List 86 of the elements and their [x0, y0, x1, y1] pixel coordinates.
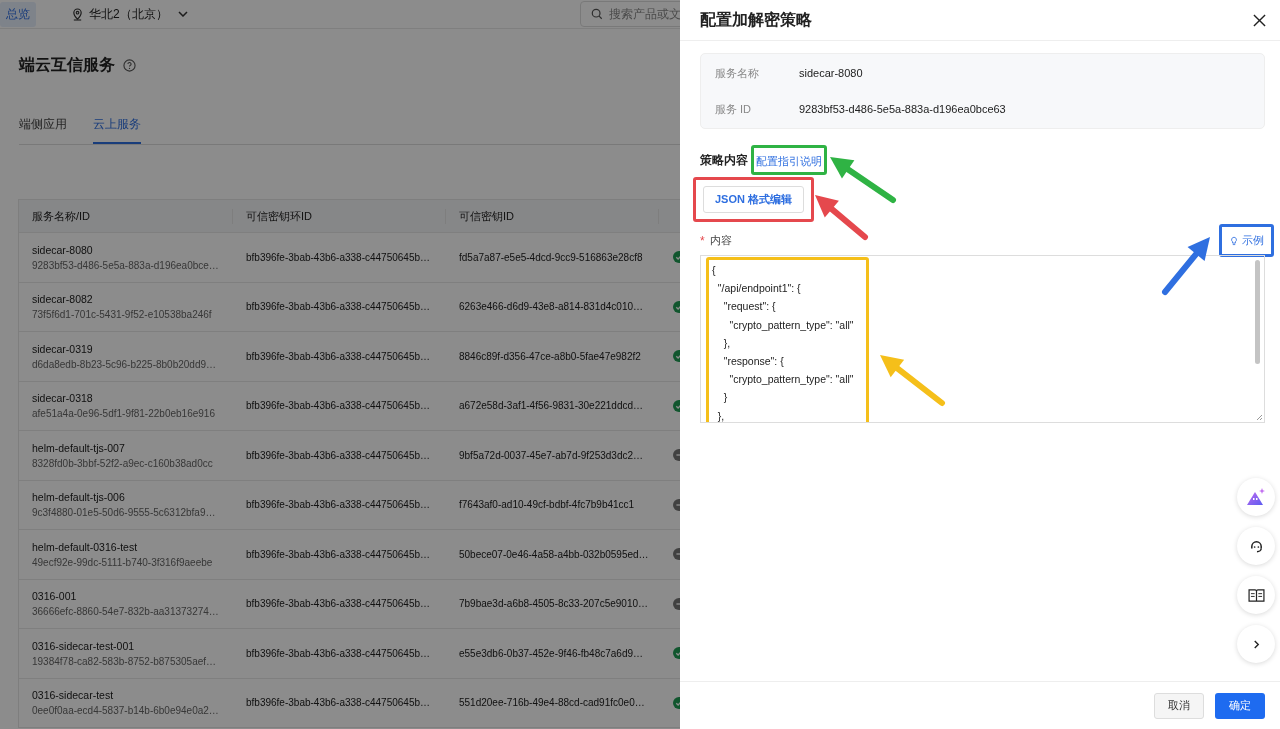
code-line: "request": {	[722, 299, 777, 315]
table-cell-text: 7b9bae3d-a6b8-4505-8c33-207c5e9010…	[459, 598, 650, 610]
field-value: 9283bf53-d486-5e5a-883a-d196ea0bce63	[799, 103, 1006, 115]
resize-grip-icon[interactable]	[1255, 413, 1263, 421]
code-line: "crypto_pattern_type": "all"	[728, 372, 855, 388]
chevron-right-icon	[1252, 639, 1260, 649]
code-line: }	[722, 390, 729, 406]
field-value: sidecar-8080	[799, 67, 863, 79]
code-line: "crypto_pattern_type": "all"	[728, 317, 855, 333]
service-name: helm-default-tjs-007	[32, 441, 126, 454]
table-cell-text: bfb396fe-3bab-43b6-a338-c44750645b…	[246, 449, 432, 461]
sparkle-mountain-icon	[1246, 488, 1266, 506]
service-id: 19384f78-ca82-583b-8752-b875305aef…	[32, 655, 218, 667]
confirm-button[interactable]: 确定	[1215, 692, 1265, 719]
cancel-button[interactable]: 取消	[1154, 692, 1204, 719]
code-line: },	[716, 408, 726, 422]
table-cell-text: bfb396fe-3bab-43b6-a338-c44750645b…	[246, 598, 432, 610]
support-button[interactable]	[1237, 527, 1275, 565]
table-cell-text: a672e58d-3af1-4f56-9831-30e221ddcd…	[459, 400, 645, 412]
table-cell-text: f7643af0-ad10-49cf-bdbf-4fc7b9b41cc1	[459, 499, 636, 511]
table-cell-text: 551d20ee-716b-49e4-88cd-cad91fc0e0…	[459, 697, 646, 709]
service-name: helm-default-0316-test	[32, 540, 139, 553]
table-cell-text: bfb396fe-3bab-43b6-a338-c44750645b…	[246, 350, 432, 362]
service-id: 36666efc-8860-54e7-832b-aa31373274…	[32, 606, 220, 618]
example-link[interactable]: 示例	[1229, 233, 1264, 248]
table-cell-text: bfb396fe-3bab-43b6-a338-c44750645b…	[246, 697, 432, 709]
page-title: 端云互信服务	[19, 55, 115, 75]
service-name: 0316-sidecar-test-001	[32, 639, 136, 652]
lightbulb-icon	[1229, 235, 1239, 246]
docs-button[interactable]	[1237, 576, 1275, 614]
table-cell-text: 9bf5a72d-0037-45e7-ab7d-9f253d3dc2…	[459, 449, 645, 461]
code-line: },	[722, 335, 732, 351]
service-id: 9c3f4880-01e5-50d6-9555-5c6312bfa9…	[32, 507, 217, 519]
service-name: helm-default-tjs-006	[32, 491, 126, 504]
table-cell-text: bfb396fe-3bab-43b6-a338-c44750645b…	[246, 548, 432, 560]
code-line: "response": {	[722, 354, 785, 369]
overview-tab[interactable]: 总览	[0, 1, 36, 27]
code-line: {	[712, 263, 717, 278]
drawer-title: 配置加解密策略	[700, 9, 812, 30]
service-id: d6da8edb-8b23-5c96-b225-8b0b20dd9…	[32, 358, 218, 370]
table-cell-text: bfb396fe-3bab-43b6-a338-c44750645b…	[246, 301, 432, 313]
table-cell-text: 8846c89f-d356-47ce-a8b0-5fae47e982f2	[459, 350, 642, 362]
search-icon	[591, 8, 603, 20]
chevron-down-icon[interactable]	[177, 11, 188, 17]
ai-assistant-button[interactable]	[1237, 478, 1275, 516]
table-cell-text: 6263e466-d6d9-43e8-a814-831d4c010…	[459, 301, 645, 313]
field-label: 内容	[709, 233, 732, 248]
guide-link[interactable]: 配置指引说明	[756, 155, 822, 167]
tab[interactable]: 端侧应用	[19, 116, 67, 144]
service-id: afe51a4a-0e96-5df1-9f81-22b0eb16e916	[32, 408, 216, 420]
close-icon[interactable]	[1253, 13, 1266, 27]
table-cell-text: bfb396fe-3bab-43b6-a338-c44750645b…	[246, 647, 432, 659]
table-cell-text: bfb396fe-3bab-43b6-a338-c44750645b…	[246, 251, 432, 263]
service-name: sidecar-8080	[32, 243, 94, 256]
location-pin-icon	[72, 7, 83, 21]
section-label: 策略内容	[700, 151, 748, 169]
service-id: 73f5f6d1-701c-5431-9f52-e10538ba246f	[32, 309, 213, 321]
headset-icon	[1248, 538, 1264, 554]
table-cell-text: bfb396fe-3bab-43b6-a338-c44750645b…	[246, 400, 432, 412]
region-selector[interactable]: 华北2（北京）	[89, 5, 168, 23]
service-id: 0ee0f0aa-ecd4-5837-b14b-6b0e94e0a2…	[32, 705, 220, 717]
service-name: sidecar-0319	[32, 342, 94, 355]
table-cell-text: e55e3db6-0b37-452e-9f46-fb48c7a6d9…	[459, 647, 645, 659]
help-icon[interactable]	[123, 59, 136, 72]
column-header: 可信密钥ID	[446, 208, 659, 224]
service-id: 9283bf53-d486-5e5a-883a-d196ea0bce…	[32, 259, 220, 271]
field-label: 服务名称	[715, 65, 760, 81]
service-name: sidecar-0318	[32, 392, 94, 405]
table-cell-text: 50bece07-0e46-4a58-a4bb-032b0595ed…	[459, 548, 650, 560]
tab[interactable]: 云上服务	[93, 116, 141, 144]
required-mark: *	[700, 233, 705, 248]
code-line: "/api/endpoint1": {	[716, 281, 802, 297]
column-header: 可信密钥环ID	[233, 208, 446, 224]
service-name: 0316-sidecar-test	[32, 689, 115, 702]
table-cell-text: fd5a7a87-e5e5-4dcd-9cc9-516863e28cf8	[459, 251, 644, 263]
scrollbar[interactable]	[1255, 260, 1260, 364]
service-id: 8328fd0b-3bbf-52f2-a9ec-c160b38ad0cc	[32, 457, 214, 469]
service-id: 49ecf92e-99dc-5111-b740-3f316f9aeebe	[32, 556, 214, 568]
content-editor[interactable]: { "/api/endpoint1": { "request": { "crypto_pattern_type": "all" }, "response": { "crypto_pattern_type": "all" } },	[700, 255, 1265, 423]
service-name: sidecar-8082	[32, 293, 94, 306]
field-label: 服务 ID	[715, 101, 753, 117]
column-header: 服务名称/ID	[19, 208, 233, 224]
service-name: 0316-001	[32, 590, 78, 603]
book-icon	[1247, 588, 1265, 602]
table-cell-text: bfb396fe-3bab-43b6-a338-c44750645b…	[246, 499, 432, 511]
json-edit-button[interactable]: JSON 格式编辑	[703, 186, 804, 213]
